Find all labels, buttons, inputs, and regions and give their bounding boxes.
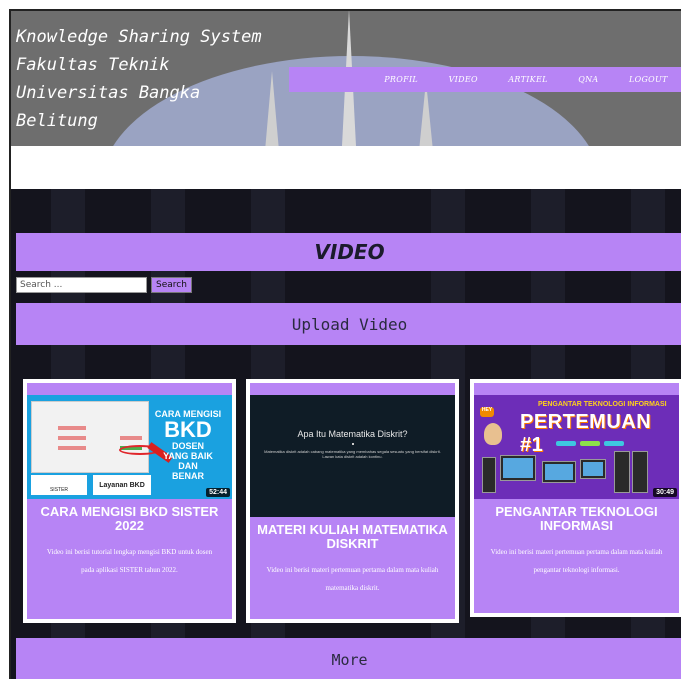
- site-title-line: Fakultas Teknik: [16, 55, 170, 75]
- video-title[interactable]: MATERI KULIAH MATEMATIKA DISKRIT: [250, 523, 455, 551]
- video-description: Video ini berisi materi pertemuan pertam…: [490, 548, 663, 574]
- video-title[interactable]: PENGANTAR TEKNOLOGI INFORMASI: [474, 505, 679, 533]
- header-spacer: [11, 146, 681, 189]
- site-title-line: Universitas Bangka: [16, 83, 201, 103]
- thumbnail-text: Matematika diskrit adalah cabang matemat…: [264, 449, 441, 459]
- video-card-top-strip: [250, 383, 455, 395]
- thumbnail-heading: PERTEMUAN #1: [520, 411, 652, 456]
- nav-link-qna[interactable]: QNA: [578, 75, 598, 84]
- video-card[interactable]: CARA MENGISI BKD DOSEN YANG BAIK DAN BEN…: [23, 379, 236, 623]
- thumbnail-subtitle: PENGANTAR TEKNOLOGI INFORMASI: [538, 401, 667, 408]
- more-button[interactable]: More: [16, 638, 681, 679]
- video-card-body: HEY PENGANTAR TEKNOLOGI INFORMASI PERTEM…: [474, 383, 679, 613]
- thumbnail-field: [58, 436, 86, 440]
- hey-bubble: HEY: [480, 407, 494, 417]
- video-card[interactable]: Apa Itu Matematika Diskrit? Matematika d…: [246, 379, 459, 623]
- nav-link-artikel[interactable]: ARTIKEL: [508, 75, 547, 84]
- thumbnail-field: [120, 436, 142, 440]
- more-label: More: [331, 650, 368, 669]
- section-title: VIDEO: [314, 240, 385, 264]
- monitor-icon: [500, 455, 536, 481]
- thumbnail-caption: CARA MENGISI BKD DOSEN YANG BAIK DAN BEN…: [150, 409, 226, 481]
- server-icon: [632, 451, 648, 493]
- video-card-top-strip: [27, 383, 232, 395]
- thumbnail-heading: Apa Itu Matematika Diskrit?: [297, 429, 408, 439]
- site-title-line: Knowledge Sharing System: [16, 27, 262, 47]
- thumbnail-screenshot: [31, 401, 149, 473]
- video-card-body: CARA MENGISI BKD DOSEN YANG BAIK DAN BEN…: [27, 383, 232, 619]
- video-card-top-strip: [474, 383, 679, 395]
- thumbnail-cursor: [352, 443, 354, 445]
- video-description: Video ini berisi materi pertemuan pertam…: [266, 566, 439, 592]
- page-frame: Knowledge Sharing System Fakultas Teknik…: [9, 9, 681, 679]
- video-title[interactable]: CARA MENGISI BKD SISTER 2022: [27, 505, 232, 533]
- video-duration: 30:49: [653, 488, 677, 497]
- main-navbar: PROFIL VIDEO ARTIKEL QNA LOGOUT: [289, 67, 681, 92]
- nav-link-profil[interactable]: PROFIL: [384, 75, 418, 84]
- video-section-header: VIDEO: [16, 233, 681, 271]
- thumbnail-field: [58, 446, 86, 450]
- server-icon: [614, 451, 630, 493]
- video-thumbnail[interactable]: Apa Itu Matematika Diskrit? Matematika d…: [250, 395, 455, 517]
- device-chip: [604, 441, 624, 446]
- sister-logo: SISTER: [31, 475, 87, 495]
- layanan-bkd-badge: Layanan BKD: [93, 475, 151, 495]
- thumbnail-caption-line: BENAR: [171, 471, 204, 481]
- presenter-icon: [484, 423, 502, 445]
- search-input[interactable]: [16, 277, 147, 293]
- upload-video-button[interactable]: Upload Video: [16, 303, 681, 345]
- thumbnail-caption-line: BKD: [164, 417, 212, 442]
- upload-video-label: Upload Video: [291, 314, 408, 334]
- device-chip: [556, 441, 576, 446]
- site-header: Knowledge Sharing System Fakultas Teknik…: [11, 11, 681, 146]
- search-bar: Search: [16, 277, 192, 293]
- nav-link-video[interactable]: VIDEO: [449, 75, 478, 84]
- thumbnail-field: [58, 426, 86, 430]
- thumbnail-caption-line: DAN: [178, 461, 198, 471]
- nav-link-logout[interactable]: LOGOUT: [629, 75, 668, 84]
- laptop-icon: [542, 461, 576, 483]
- device-chip: [580, 441, 600, 446]
- video-duration: 52:44: [206, 488, 230, 497]
- site-title: Knowledge Sharing System Fakultas Teknik…: [16, 23, 296, 135]
- thumbnail-caption-line: YANG BAIK: [163, 451, 213, 461]
- search-button[interactable]: Search: [151, 277, 192, 293]
- video-card[interactable]: HEY PENGANTAR TEKNOLOGI INFORMASI PERTEM…: [470, 379, 681, 617]
- video-thumbnail[interactable]: HEY PENGANTAR TEKNOLOGI INFORMASI PERTEM…: [474, 395, 679, 499]
- video-card-body: Apa Itu Matematika Diskrit? Matematika d…: [250, 383, 455, 619]
- tablet-icon: [580, 459, 606, 479]
- site-title-line: Belitung: [16, 111, 98, 131]
- video-description: Video ini berisi tutorial lengkap mengis…: [46, 548, 213, 574]
- video-thumbnail[interactable]: CARA MENGISI BKD DOSEN YANG BAIK DAN BEN…: [27, 395, 232, 499]
- thumbnail-caption-line: DOSEN: [171, 441, 204, 451]
- computer-tower-icon: [482, 457, 496, 493]
